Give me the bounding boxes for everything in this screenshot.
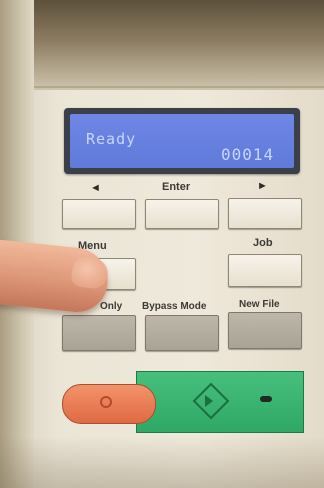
right-arrow-icon: ► — [257, 180, 268, 192]
new-file-button[interactable] — [228, 312, 302, 349]
upper-bezel — [0, 0, 324, 90]
right-button[interactable] — [228, 198, 302, 229]
lcd-counter-text: 00014 — [221, 145, 275, 164]
job-button[interactable] — [228, 254, 302, 287]
bottom-shadow — [0, 436, 324, 488]
status-led — [260, 396, 272, 402]
copy-only-label: Only — [100, 301, 123, 312]
stop-icon — [100, 396, 112, 408]
panel-edge — [30, 86, 324, 88]
left-arrow-icon: ◄ — [90, 182, 101, 194]
bypass-mode-label: Bypass Mode — [142, 301, 207, 312]
bypass-mode-button[interactable] — [145, 315, 219, 351]
new-file-label: New File — [239, 299, 280, 310]
start-arrow-icon — [205, 395, 213, 407]
left-button[interactable] — [62, 199, 136, 229]
copy-only-button[interactable] — [62, 315, 136, 351]
lcd-status-text: Ready — [86, 130, 137, 148]
enter-button[interactable] — [145, 199, 219, 229]
job-label: Job — [253, 237, 273, 249]
printer-control-panel-photo: Ready 00014 ◄ Enter ► Menu Job Only Bypa… — [0, 0, 324, 488]
enter-label: Enter — [162, 181, 191, 193]
